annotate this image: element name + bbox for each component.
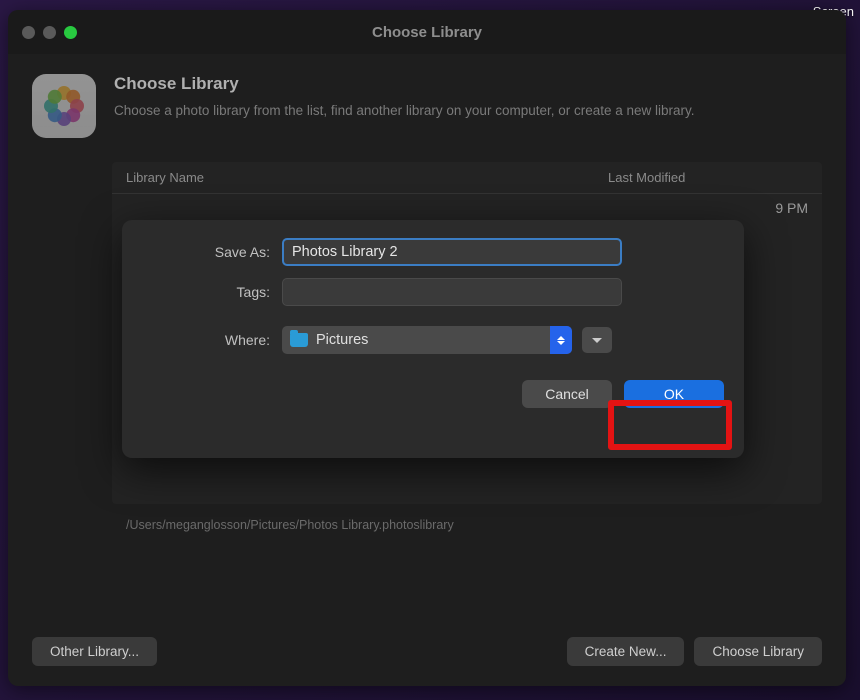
traffic-lights — [22, 26, 77, 39]
tags-input[interactable] — [282, 278, 622, 306]
chevron-down-icon — [592, 338, 602, 343]
header-subtitle: Choose a photo library from the list, fi… — [114, 102, 695, 121]
table-header: Library Name Last Modified — [112, 162, 822, 194]
expand-button[interactable] — [582, 327, 612, 353]
minimize-icon[interactable] — [43, 26, 56, 39]
window-title: Choose Library — [8, 24, 846, 41]
tags-label: Tags: — [142, 284, 282, 300]
save-as-input[interactable] — [282, 238, 622, 266]
where-label: Where: — [142, 332, 282, 348]
titlebar: Choose Library — [8, 10, 846, 54]
col-last-modified[interactable]: Last Modified — [608, 170, 808, 185]
ok-button[interactable]: OK — [624, 380, 724, 408]
maximize-icon[interactable] — [64, 26, 77, 39]
tags-row: Tags: — [142, 278, 724, 306]
header-row: Choose Library Choose a photo library fr… — [32, 74, 822, 138]
save-as-label: Save As: — [142, 244, 282, 260]
header-text: Choose Library Choose a photo library fr… — [114, 74, 695, 121]
other-library-button[interactable]: Other Library... — [32, 637, 157, 666]
save-sheet: Save As: Tags: Where: Pictures Cancel OK — [122, 220, 744, 458]
select-arrows-icon — [550, 326, 572, 354]
bottom-button-row: Other Library... Create New... Choose Li… — [32, 637, 822, 666]
folder-icon — [290, 333, 308, 347]
where-value: Pictures — [316, 332, 368, 348]
choose-library-button[interactable]: Choose Library — [694, 637, 822, 666]
sheet-button-row: Cancel OK — [142, 380, 724, 408]
save-as-row: Save As: — [142, 238, 724, 266]
header-title: Choose Library — [114, 74, 695, 94]
cancel-button[interactable]: Cancel — [522, 380, 612, 408]
col-library-name[interactable]: Library Name — [126, 170, 608, 185]
where-row: Where: Pictures — [142, 326, 724, 354]
row-time-fragment: 9 PM — [775, 200, 808, 216]
library-path: /Users/meganglosson/Pictures/Photos Libr… — [126, 518, 822, 532]
create-new-button[interactable]: Create New... — [567, 637, 685, 666]
close-icon[interactable] — [22, 26, 35, 39]
where-select[interactable]: Pictures — [282, 326, 572, 354]
photos-app-icon — [32, 74, 96, 138]
